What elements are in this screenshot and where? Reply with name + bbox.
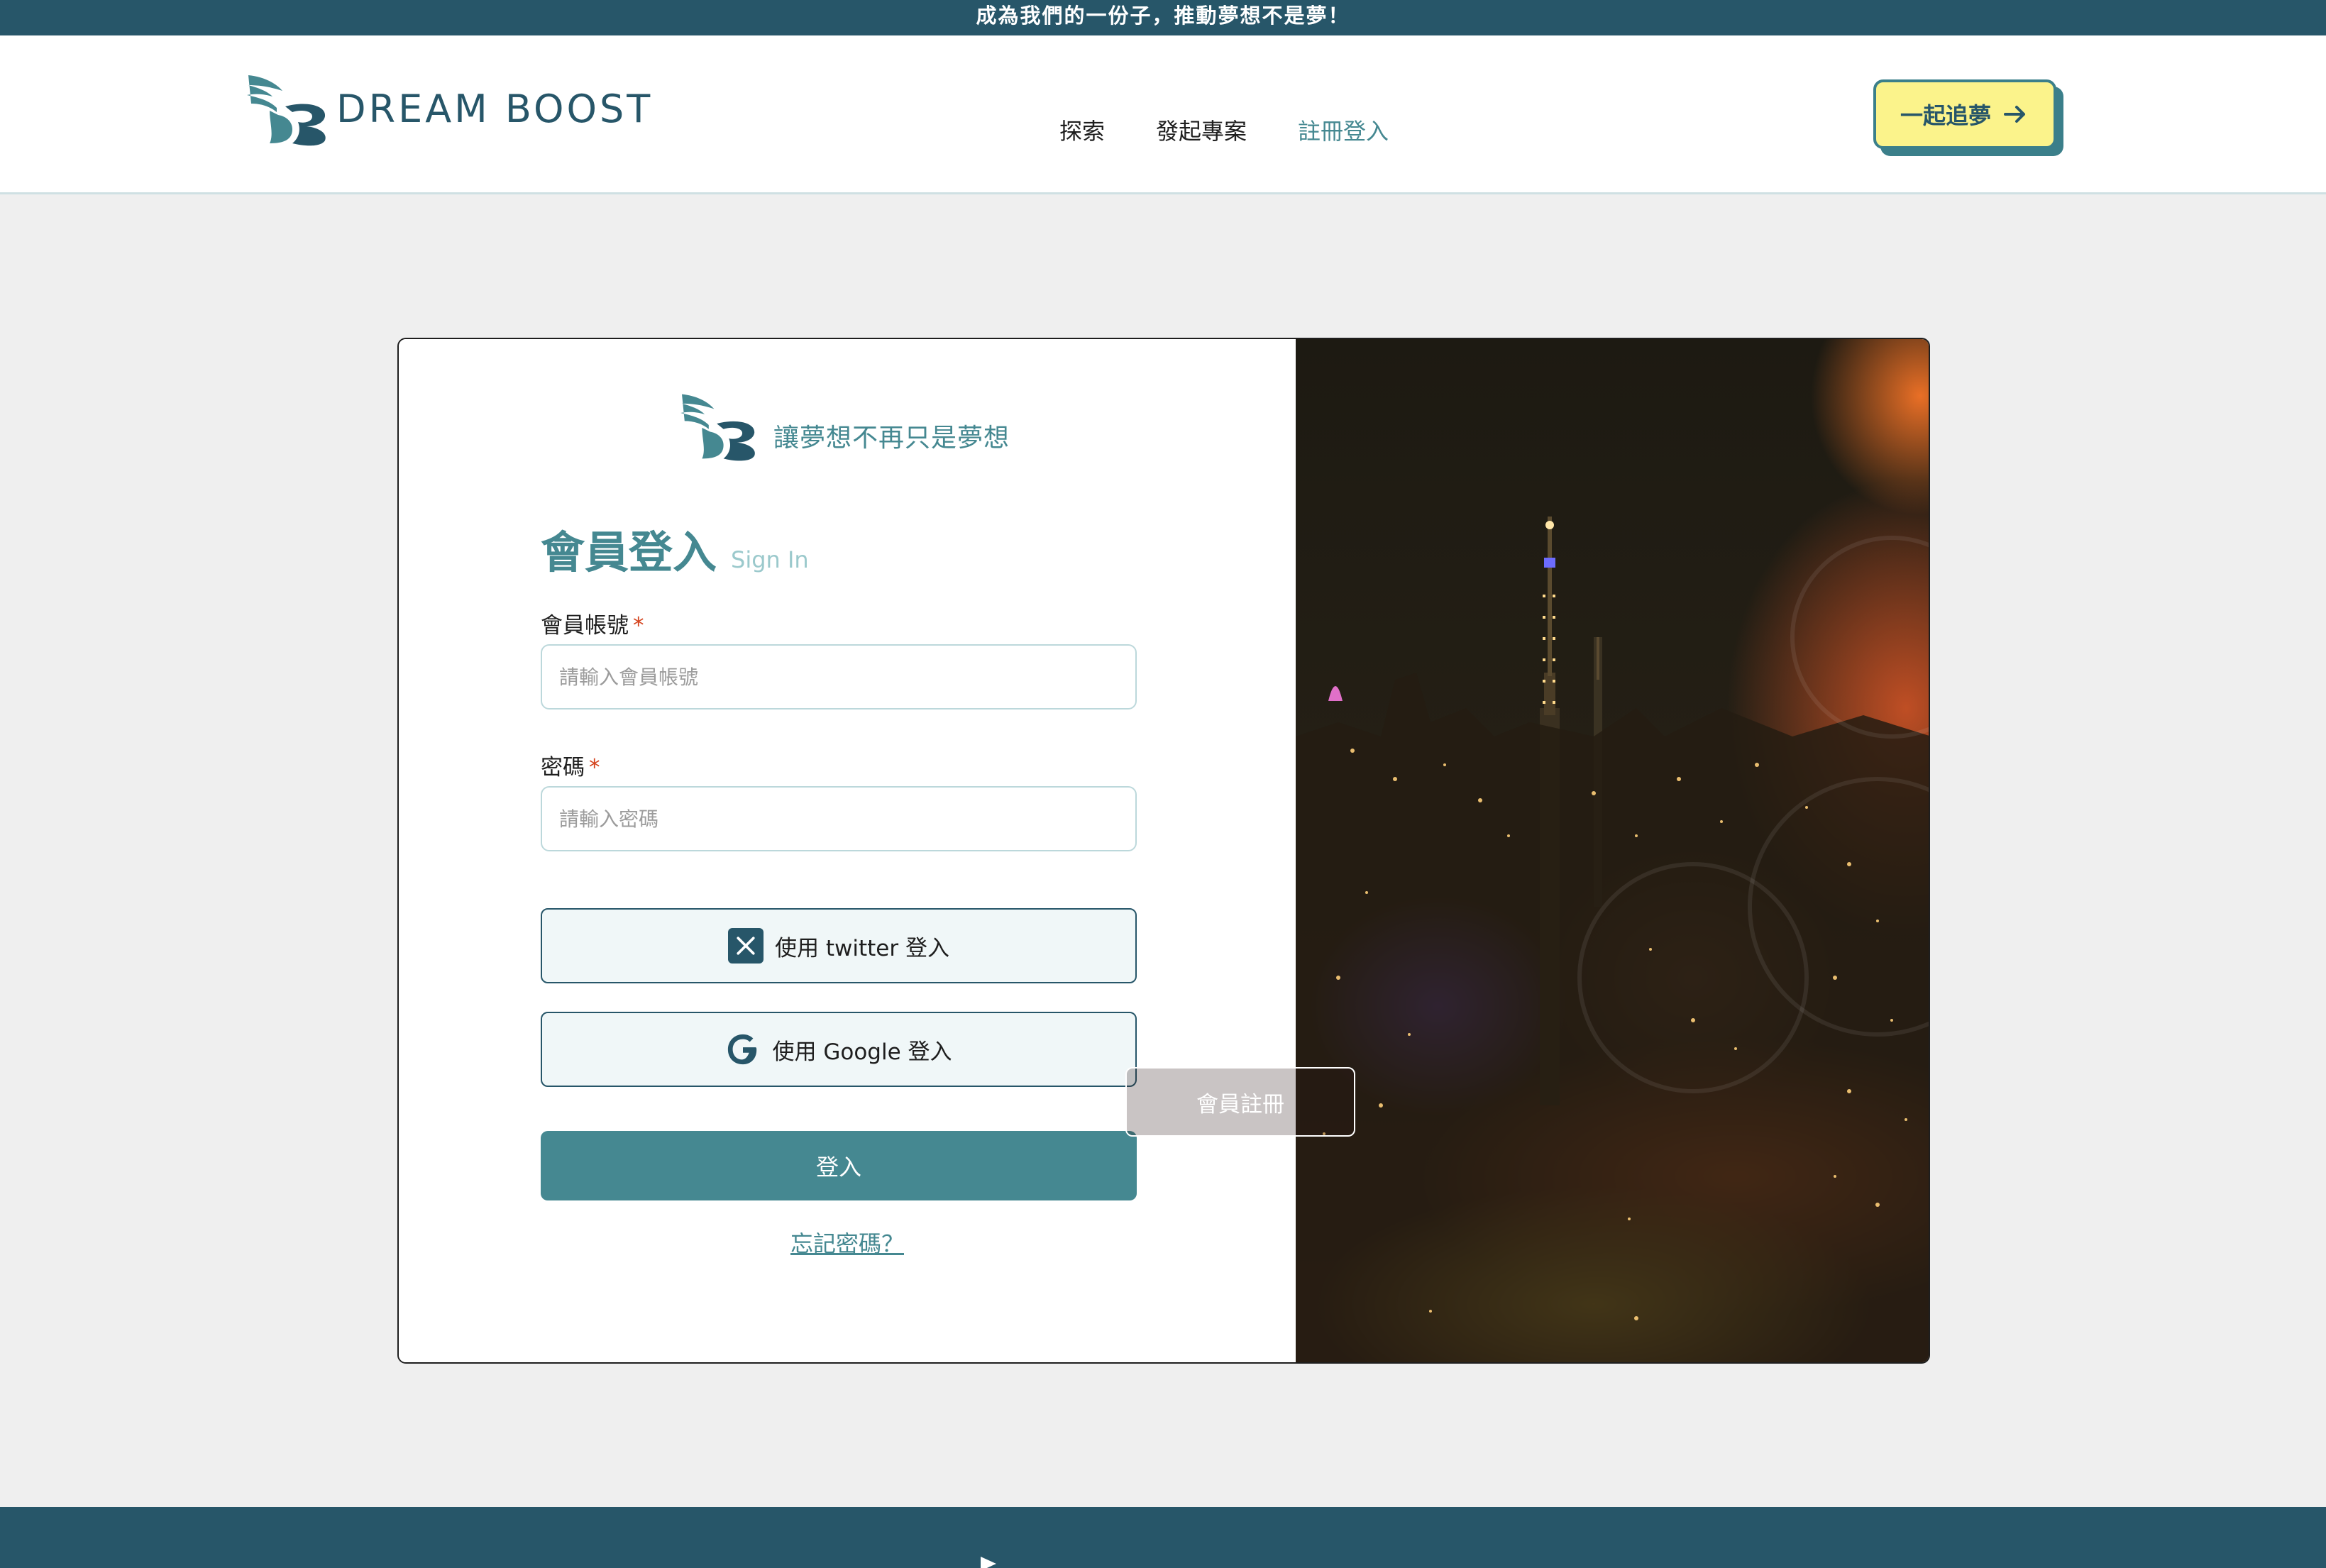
announcement-text: 成為我們的一份子，推動夢想不是夢！ bbox=[976, 4, 1350, 28]
cta-label: 一起追夢 bbox=[1900, 102, 1991, 129]
x-twitter-icon bbox=[728, 928, 764, 964]
twitter-login-label: 使用 twitter 登入 bbox=[775, 935, 949, 961]
logo-text: DREAM BOOST bbox=[336, 86, 654, 131]
required-mark: * bbox=[589, 755, 600, 780]
nav-item-explore[interactable]: 探索 bbox=[1059, 114, 1105, 146]
city-night-image bbox=[1296, 339, 1929, 1362]
slogan-text: 讓夢想不再只是夢想 bbox=[773, 424, 1010, 453]
cursor-arrow-icon bbox=[981, 1557, 996, 1568]
arrow-right-icon bbox=[2004, 106, 2025, 123]
account-label-text: 會員帳號 bbox=[541, 613, 629, 639]
cta-container: 一起追夢 bbox=[1873, 79, 2063, 156]
login-submit-label: 登入 bbox=[815, 1154, 861, 1181]
slogan-block: 讓夢想不再只是夢想 bbox=[673, 389, 1010, 463]
dream-together-button[interactable]: 一起追夢 bbox=[1873, 79, 2056, 149]
forgot-password-link[interactable]: 忘記密碼？ bbox=[399, 1226, 1296, 1259]
nav-item-start-project[interactable]: 發起專案 bbox=[1156, 114, 1247, 146]
required-mark: * bbox=[633, 613, 644, 639]
twitter-login-button[interactable]: 使用 twitter 登入 bbox=[541, 908, 1137, 983]
title-zh: 會員登入 bbox=[541, 526, 717, 578]
site-footer bbox=[0, 1507, 2326, 1568]
city-skyline-illustration bbox=[1296, 517, 1929, 1362]
password-label: 密碼 * bbox=[541, 749, 600, 781]
account-label: 會員帳號 * bbox=[541, 607, 644, 639]
announcement-bar: 成為我們的一份子，推動夢想不是夢！ bbox=[0, 0, 2326, 35]
member-register-label: 會員註冊 bbox=[1196, 1091, 1284, 1117]
main-nav: 探索 發起專案 註冊登入 bbox=[1059, 114, 1389, 146]
login-submit-button[interactable]: 登入 bbox=[541, 1131, 1137, 1200]
login-form-panel: 讓夢想不再只是夢想 會員登入 Sign In 會員帳號* 密碼* 使用 twit… bbox=[399, 339, 1296, 1362]
site-header: DREAM BOOST 探索 發起專案 註冊登入 一起追夢 bbox=[0, 35, 2326, 194]
dream-boost-logo-icon bbox=[247, 75, 326, 146]
title-en: Sign In bbox=[731, 546, 809, 573]
google-login-button[interactable]: 使用 Google 登入 bbox=[541, 1012, 1137, 1087]
site-logo[interactable]: DREAM BOOST bbox=[241, 70, 653, 148]
password-label-text: 密碼 bbox=[541, 755, 585, 780]
nav-item-register-login[interactable]: 註冊登入 bbox=[1298, 114, 1389, 146]
password-input[interactable] bbox=[541, 786, 1137, 851]
google-login-label: 使用 Google 登入 bbox=[772, 1039, 952, 1065]
page-title: 會員登入 Sign In bbox=[541, 517, 809, 580]
member-register-button[interactable]: 會員註冊 bbox=[1125, 1067, 1355, 1137]
account-input[interactable] bbox=[541, 644, 1137, 710]
login-card: 讓夢想不再只是夢想 會員登入 Sign In 會員帳號* 密碼* 使用 twit… bbox=[397, 338, 1930, 1364]
dream-boost-logo-icon bbox=[680, 394, 755, 461]
google-icon bbox=[725, 1032, 761, 1067]
